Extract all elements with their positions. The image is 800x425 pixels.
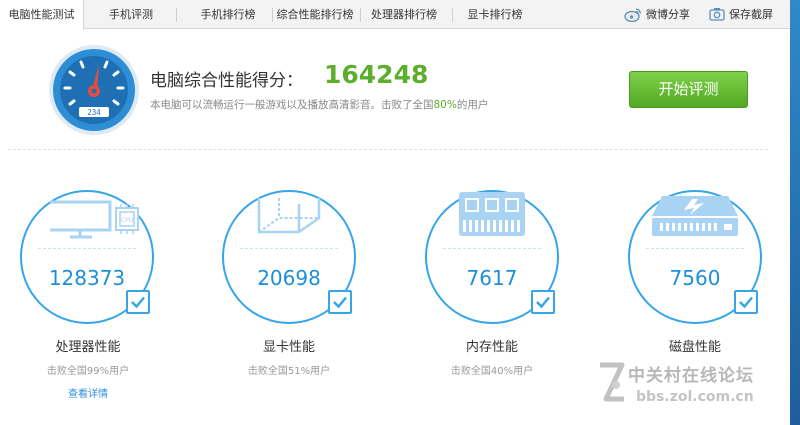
overall-score: 164248 (324, 60, 429, 89)
card-divider (646, 248, 744, 249)
score-description: 本电脑可以流畅运行一般游戏以及播放高清影音。击败了全国80%的用户 (150, 97, 488, 112)
memory-score: 7617 (466, 266, 518, 290)
memory-score-card: 7617 (425, 190, 559, 324)
weibo-share-button[interactable]: 微博分享 (624, 0, 698, 29)
save-screenshot-label: 保存截屏 (729, 8, 773, 21)
tab-bar: 电脑性能测试 手机评测 手机排行榜 综合性能排行榜 处理器排行榜 显卡排行榜 微… (0, 0, 790, 30)
gpu-checkbox[interactable] (328, 290, 352, 314)
weibo-share-label: 微博分享 (646, 8, 690, 21)
disk-score: 7560 (669, 266, 721, 290)
watermark-url: bbs.zol.com.cn (636, 389, 754, 405)
desktop-edge (790, 0, 800, 425)
weibo-icon (624, 8, 642, 22)
disk-checkbox[interactable] (734, 290, 758, 314)
checkmark-icon (536, 296, 550, 309)
card-divider (443, 248, 541, 249)
zol-logo-icon (600, 362, 625, 402)
gpu-score: 20698 (257, 266, 321, 290)
score-description-suffix: 的用户 (456, 99, 489, 111)
checkmark-icon (131, 296, 145, 309)
card-divider (240, 248, 338, 249)
cpu-card-subtitle: 击败全国99%用户 (46, 366, 130, 377)
gpu-score-card: 20698 (222, 190, 356, 324)
score-description-text: 本电脑可以流畅运行一般游戏以及播放高清影音。击败了全国 (150, 99, 434, 111)
section-divider (8, 149, 768, 150)
cpu-card-title: 处理器性能 (55, 340, 121, 355)
memory-stick-icon (459, 192, 525, 236)
view-details-link[interactable]: 查看详情 (48, 385, 128, 400)
tab-separator (452, 8, 453, 22)
beat-percentage: 80% (433, 99, 457, 111)
tab-separator (360, 8, 361, 22)
memory-checkbox[interactable] (531, 290, 555, 314)
hard-disk-icon (652, 196, 738, 236)
cpu-score-card: CPU 128373 (20, 190, 154, 324)
monitor-cpu-icon: CPU (50, 200, 139, 239)
start-benchmark-button[interactable]: 开始评测 (629, 71, 748, 108)
score-title: 电脑综合性能得分： (150, 71, 303, 91)
memory-card-subtitle: 击败全国40%用户 (450, 366, 534, 377)
save-screenshot-button[interactable]: 保存截屏 (709, 0, 783, 29)
tab-gpu-ranking[interactable]: 显卡排行榜 (460, 0, 530, 29)
tab-overall-ranking[interactable]: 综合性能排行榜 (274, 0, 356, 29)
watermark-text: 中关村在线论坛 (628, 366, 754, 386)
tab-phone-ranking[interactable]: 手机排行榜 (186, 0, 270, 29)
cpu-checkbox[interactable] (126, 290, 150, 314)
disk-card-title: 磁盘性能 (668, 340, 721, 355)
graphics-cube-icon (257, 198, 321, 234)
zol-watermark: 中关村在线论坛 bbs.zol.com.cn (594, 355, 790, 419)
gpu-card-title: 显卡性能 (262, 340, 315, 355)
tab-separator (176, 8, 177, 22)
tab-pc-benchmark[interactable]: 电脑性能测试 (0, 0, 84, 30)
tab-phone-review[interactable]: 手机评测 (96, 0, 166, 29)
gpu-card-subtitle: 击败全国51%用户 (247, 366, 331, 377)
tab-cpu-ranking[interactable]: 处理器排行榜 (364, 0, 444, 29)
disk-score-card: 7560 (628, 190, 762, 324)
checkmark-icon (739, 296, 753, 309)
tab-separator (272, 8, 273, 22)
cpu-score: 128373 (48, 266, 126, 290)
camera-icon (709, 8, 725, 21)
memory-card-title: 内存性能 (465, 340, 518, 355)
cpu-chip-label: CPU (121, 217, 133, 224)
speedometer-icon: 234 (49, 45, 139, 135)
gauge-readout: 234 (87, 108, 101, 117)
checkmark-icon (333, 296, 347, 309)
card-divider (38, 248, 136, 249)
